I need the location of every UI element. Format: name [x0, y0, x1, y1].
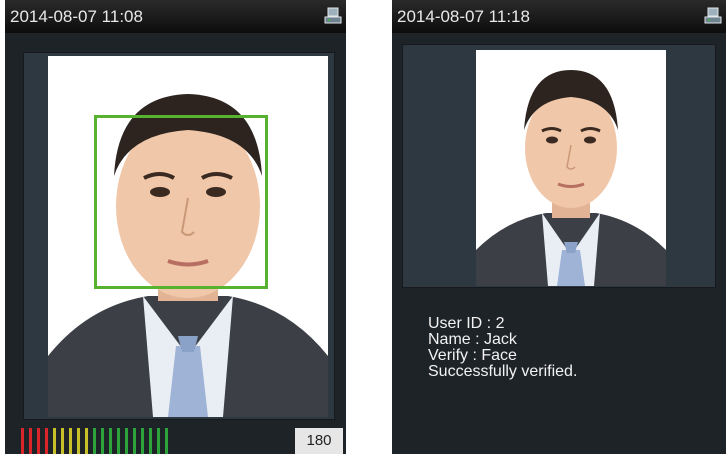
level-segment [157, 428, 160, 454]
level-segment [53, 428, 56, 454]
level-segment [45, 428, 48, 454]
timestamp: 2014-08-07 11:18 [397, 7, 530, 26]
level-segment [141, 428, 144, 454]
verification-result-screen: 2014-08-07 11:18 User ID: 2 Name: Jack… [392, 0, 726, 454]
timestamp: 2014-08-07 11:08 [10, 7, 143, 26]
level-segment [93, 428, 96, 454]
registered-photo-frame [402, 44, 716, 288]
verify-method-text: Verify : Face [428, 347, 517, 364]
network-icon [324, 7, 342, 24]
level-segment [165, 428, 168, 454]
level-segment [37, 428, 40, 454]
level-segment [133, 428, 136, 454]
status-bar: 2014-08-07 11:18 [392, 0, 726, 33]
network-icon [704, 7, 722, 24]
level-segment [29, 428, 32, 454]
level-segment [101, 428, 104, 454]
camera-view [23, 52, 335, 420]
status-bar: 2014-08-07 11:08 [5, 0, 346, 33]
user-id-text: User ID : 2 [428, 315, 505, 332]
verification-status-text: Successfully verified. [428, 363, 578, 380]
quality-level-value: 180 [295, 428, 343, 454]
level-segment [69, 428, 72, 454]
face-detection-box [94, 115, 268, 289]
level-segment [125, 428, 128, 454]
user-name-text: Name : Jack [428, 331, 517, 348]
level-segment [77, 428, 80, 454]
level-segment [85, 428, 88, 454]
level-segment [61, 428, 64, 454]
registered-face-image [476, 50, 666, 286]
level-segment [21, 428, 24, 454]
level-segment [117, 428, 120, 454]
level-segment [109, 428, 112, 454]
level-segment [149, 428, 152, 454]
quality-level-meter [21, 428, 168, 454]
verification-info: User ID : 2 Name : Jack Verify : Face Su… [428, 316, 577, 380]
face-capture-screen: 2014-08-07 11:08 180 [5, 0, 346, 454]
